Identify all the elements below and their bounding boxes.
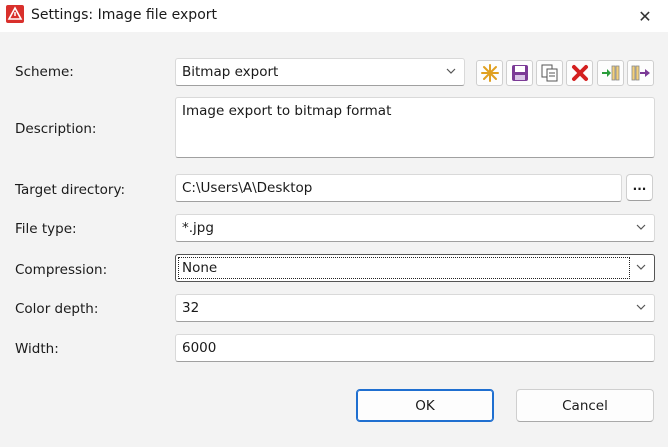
compression-value: None <box>182 260 218 276</box>
description-label: Description: <box>15 121 97 137</box>
color-depth-label: Color depth: <box>15 301 99 317</box>
chevron-down-icon <box>636 215 646 230</box>
cancel-button[interactable]: Cancel <box>516 389 654 422</box>
file-type-value: *.jpg <box>182 220 214 236</box>
target-directory-label: Target directory: <box>15 182 126 198</box>
export-scheme-button[interactable] <box>627 60 654 86</box>
width-input[interactable]: 6000 <box>175 334 655 362</box>
import-scheme-button[interactable] <box>597 60 624 86</box>
color-depth-select[interactable]: 32 <box>175 294 655 322</box>
browse-label: ... <box>632 179 647 193</box>
import-scheme-icon <box>601 65 619 81</box>
save-scheme-icon <box>511 65 528 81</box>
description-field[interactable]: Image export to bitmap format <box>175 97 655 158</box>
scheme-value: Bitmap export <box>182 64 279 80</box>
new-scheme-icon <box>480 64 499 82</box>
chevron-down-icon <box>636 255 646 270</box>
close-icon: ✕ <box>638 6 652 26</box>
copy-scheme-icon <box>541 64 557 82</box>
target-directory-input[interactable]: C:\Users\A\Desktop <box>175 174 622 202</box>
export-scheme-icon <box>631 65 650 81</box>
width-label: Width: <box>15 341 59 357</box>
chevron-down-icon <box>636 295 646 310</box>
browse-button[interactable]: ... <box>626 174 653 201</box>
app-icon <box>6 5 24 23</box>
ok-label: OK <box>415 397 435 414</box>
copy-scheme-button[interactable] <box>536 60 563 86</box>
scheme-select[interactable]: Bitmap export <box>175 58 465 86</box>
target-directory-value: C:\Users\A\Desktop <box>182 180 313 196</box>
title-bar: Settings: Image file export ✕ <box>0 0 668 32</box>
new-scheme-button[interactable] <box>476 60 503 86</box>
chevron-down-icon <box>446 59 456 74</box>
color-depth-value: 32 <box>182 300 200 316</box>
compression-select[interactable]: None <box>175 254 655 282</box>
file-type-label: File type: <box>15 221 77 237</box>
ok-button[interactable]: OK <box>356 389 494 422</box>
delete-scheme-icon <box>571 65 588 81</box>
file-type-select[interactable]: *.jpg <box>175 214 655 242</box>
compression-label: Compression: <box>15 262 108 278</box>
close-button[interactable]: ✕ <box>622 0 668 32</box>
width-value: 6000 <box>182 340 217 356</box>
focus-rectangle <box>178 257 630 279</box>
cancel-label: Cancel <box>562 397 608 414</box>
description-value: Image export to bitmap format <box>182 103 392 119</box>
delete-scheme-button[interactable] <box>566 60 593 86</box>
save-scheme-button[interactable] <box>506 60 533 86</box>
scheme-label: Scheme: <box>15 64 74 80</box>
window-title: Settings: Image file export <box>31 7 218 23</box>
